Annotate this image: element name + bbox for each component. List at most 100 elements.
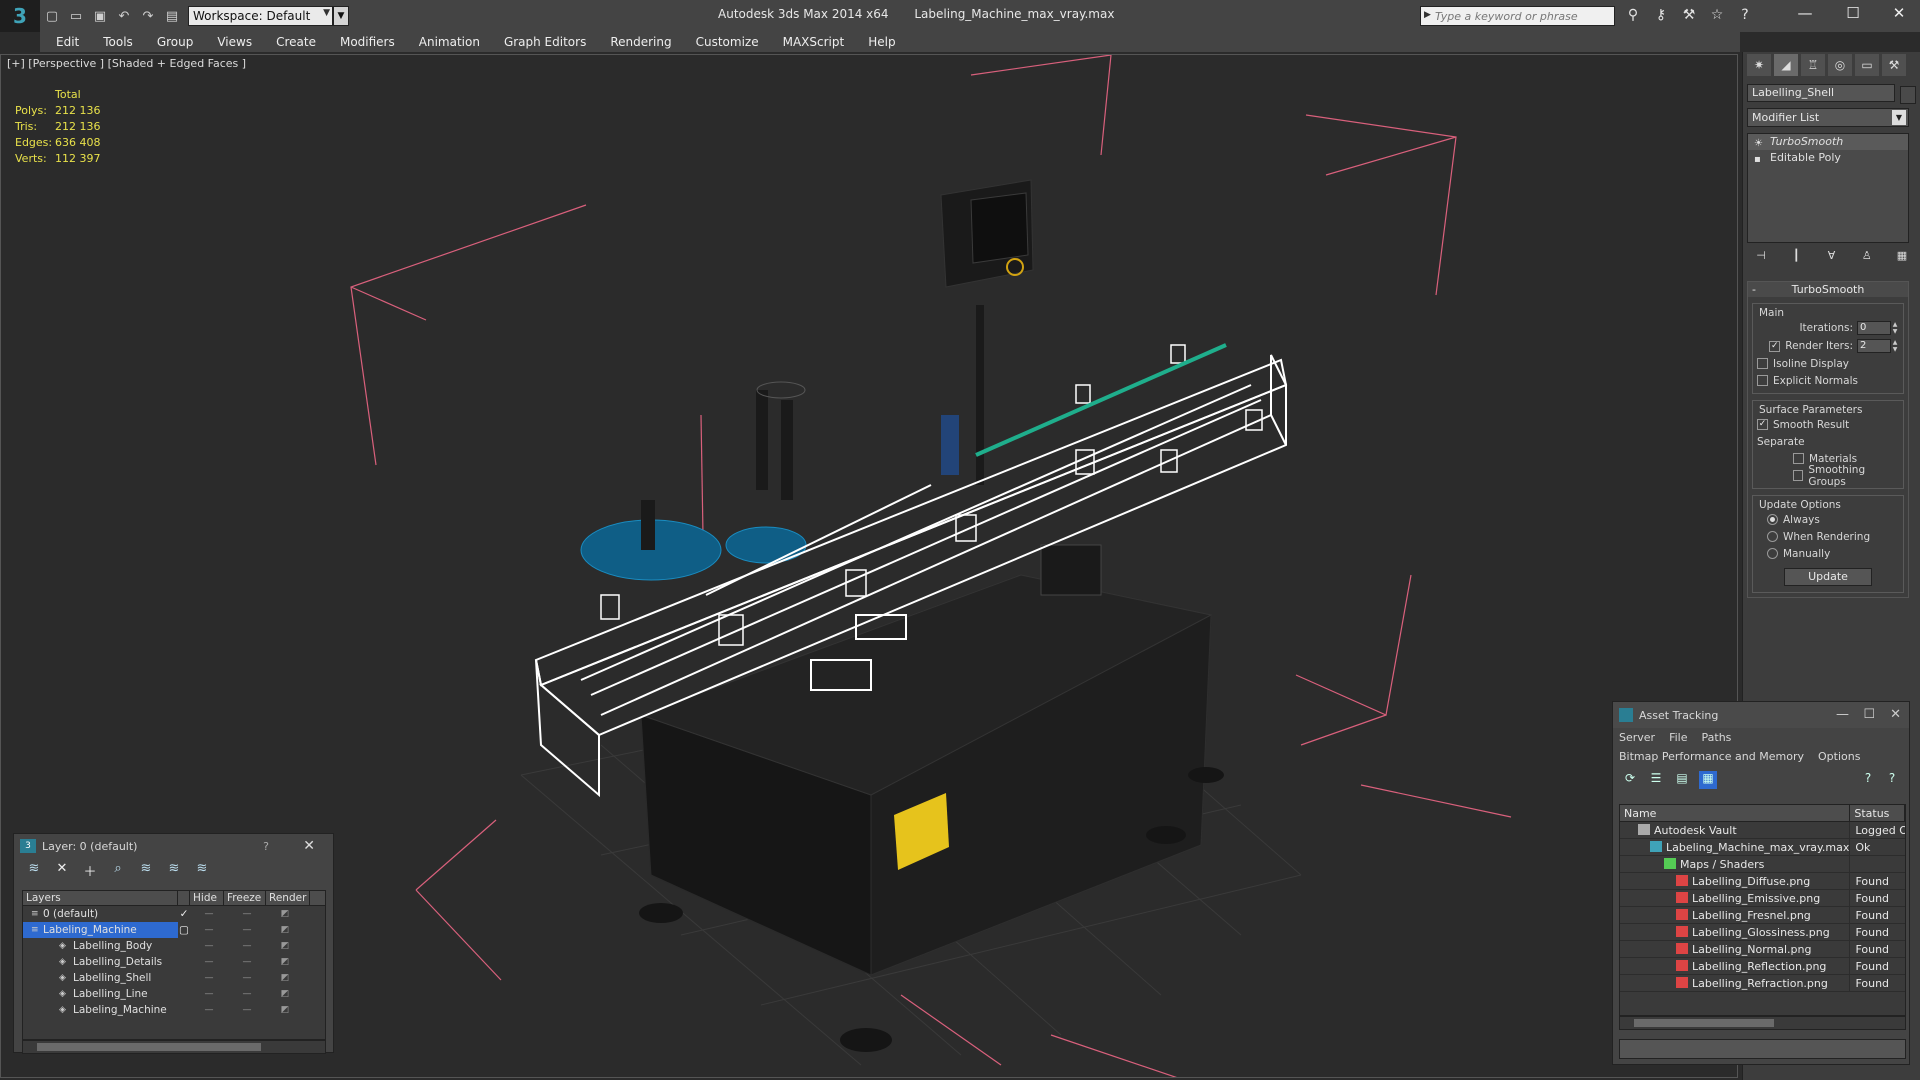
isoline-checkbox[interactable] xyxy=(1757,358,1768,369)
undo-icon[interactable]: ↶ xyxy=(112,5,136,27)
redo-icon[interactable]: ↷ xyxy=(136,5,160,27)
asset-row[interactable]: Labelling_Diffuse.png Found xyxy=(1620,873,1905,890)
layer-dialog-header[interactable]: 3 Layer: 0 (default) ? ✕ xyxy=(14,834,333,858)
asset-row[interactable]: Labelling_Emissive.png Found xyxy=(1620,890,1905,907)
scroll-thumb[interactable] xyxy=(37,1043,261,1051)
refresh-icon[interactable]: ⟳ xyxy=(1621,771,1639,789)
remove-modifier-icon[interactable]: ♙ xyxy=(1859,249,1875,265)
menu-maxscript[interactable]: MAXScript xyxy=(771,32,857,52)
asset-name[interactable]: Labelling_Glossiness.png xyxy=(1620,924,1851,940)
layer-name[interactable]: ◈ Labelling_Shell xyxy=(23,970,178,986)
wrench-icon[interactable]: ⚒ xyxy=(1678,4,1700,26)
key-icon[interactable]: ⚷ xyxy=(1650,4,1672,26)
col-name[interactable]: Name xyxy=(1620,805,1851,821)
smoothing-groups-checkbox[interactable] xyxy=(1793,470,1804,481)
render-toggle[interactable]: ◩ xyxy=(266,922,304,938)
hide-toggle[interactable]: — xyxy=(190,986,228,1002)
select-objects-icon[interactable]: ⌕ xyxy=(108,861,128,879)
freeze-all-icon[interactable]: ≋ xyxy=(192,861,212,879)
open-file-icon[interactable]: ▭ xyxy=(64,5,88,27)
asset-name[interactable]: Labelling_Fresnel.png xyxy=(1620,907,1851,923)
render-toggle[interactable]: ◩ xyxy=(266,970,304,986)
close-icon[interactable]: ✕ xyxy=(303,838,315,854)
configure-sets-icon[interactable]: ▦ xyxy=(1894,249,1910,265)
explicit-normals-option[interactable]: Explicit Normals xyxy=(1757,372,1899,389)
update-manually-option[interactable]: Manually xyxy=(1757,545,1899,562)
object-name-field[interactable]: Labelling_Shell xyxy=(1747,84,1895,102)
smoothing-groups-option[interactable]: Smoothing Groups xyxy=(1757,464,1899,488)
hide-all-icon[interactable]: ≋ xyxy=(164,861,184,879)
hide-toggle[interactable]: — xyxy=(190,906,228,922)
help-icon[interactable]: ? xyxy=(1734,4,1756,26)
pin-stack-icon[interactable]: ⊣ xyxy=(1753,249,1769,265)
smooth-result-option[interactable]: ✓ Smooth Result xyxy=(1757,416,1899,433)
isoline-display-option[interactable]: Isoline Display xyxy=(1757,355,1899,372)
motion-tab-icon[interactable]: ◎ xyxy=(1828,54,1852,76)
spinner-arrows-icon[interactable]: ▲ ▼ xyxy=(1891,321,1899,335)
help-icon[interactable]: ? xyxy=(1859,771,1877,789)
current-layer-toggle[interactable] xyxy=(178,986,190,1002)
col-render[interactable]: Render xyxy=(266,891,310,905)
minimize-button[interactable]: — xyxy=(1782,0,1828,26)
layer-hscrollbar[interactable] xyxy=(22,1040,326,1054)
create-tab-icon[interactable]: ✷ xyxy=(1747,54,1771,76)
show-end-result-icon[interactable]: ┃ xyxy=(1788,249,1804,265)
menu-animation[interactable]: Animation xyxy=(407,32,492,52)
delete-layer-icon[interactable]: ✕ xyxy=(52,861,72,879)
freeze-toggle[interactable]: — xyxy=(228,986,266,1002)
menu-bitmap-performance[interactable]: Bitmap Performance and Memory xyxy=(1619,747,1804,766)
render-toggle[interactable]: ◩ xyxy=(266,1002,304,1018)
maximize-icon[interactable]: ☐ xyxy=(1863,707,1875,722)
menu-rendering[interactable]: Rendering xyxy=(598,32,683,52)
create-layer-icon[interactable]: ≋ xyxy=(24,861,44,879)
layer-row[interactable]: ≡ Labeling_Machine ▢ — — ◩ xyxy=(23,922,325,938)
save-icon[interactable]: ▣ xyxy=(88,5,112,27)
manually-radio[interactable] xyxy=(1767,548,1778,559)
layer-row[interactable]: ◈ Labeling_Machine — — ◩ xyxy=(23,1002,325,1018)
scroll-thumb[interactable] xyxy=(1634,1019,1774,1027)
app-logo-icon[interactable]: 3 xyxy=(0,0,40,32)
search-expand-icon[interactable]: ▶ xyxy=(1424,10,1431,20)
minimize-icon[interactable]: — xyxy=(1836,707,1849,722)
stack-item-turbosmooth[interactable]: ☀ TurboSmooth xyxy=(1748,134,1908,150)
asset-name[interactable]: Autodesk Vault xyxy=(1620,822,1851,838)
smooth-result-checkbox[interactable]: ✓ xyxy=(1757,419,1768,430)
menu-group[interactable]: Group xyxy=(145,32,206,52)
menu-customize[interactable]: Customize xyxy=(684,32,771,52)
freeze-toggle[interactable]: — xyxy=(228,1002,266,1018)
asset-name[interactable]: Labelling_Refraction.png xyxy=(1620,975,1851,991)
render-iters-field[interactable]: 2 xyxy=(1857,339,1891,353)
asset-row[interactable]: Labelling_Reflection.png Found xyxy=(1620,958,1905,975)
add-to-layer-icon[interactable]: ＋ xyxy=(80,861,100,880)
asset-name[interactable]: Labeling_Machine_max_vray.max xyxy=(1620,839,1851,855)
update-when-rendering-option[interactable]: When Rendering xyxy=(1757,528,1899,545)
menu-options[interactable]: Options xyxy=(1818,747,1860,766)
asset-name[interactable]: Labelling_Normal.png xyxy=(1620,941,1851,957)
col-hide[interactable]: Hide xyxy=(190,891,224,905)
current-layer-toggle[interactable] xyxy=(178,970,190,986)
menu-file[interactable]: File xyxy=(1669,728,1687,747)
workspace-dropdown[interactable]: Workspace: Default ▼ xyxy=(188,6,333,26)
menu-graph-editors[interactable]: Graph Editors xyxy=(492,32,598,52)
list-view-icon[interactable]: ☰ xyxy=(1647,771,1665,789)
table-view-icon[interactable]: ▦ xyxy=(1699,771,1717,789)
workspace-menu-button[interactable]: ▼ xyxy=(333,6,349,26)
help-icon[interactable]: ? xyxy=(263,840,269,853)
asset-name[interactable]: Labelling_Emissive.png xyxy=(1620,890,1851,906)
asset-name[interactable]: Labelling_Diffuse.png xyxy=(1620,873,1851,889)
menu-server[interactable]: Server xyxy=(1619,728,1655,747)
col-freeze[interactable]: Freeze xyxy=(224,891,266,905)
asset-row[interactable]: Labelling_Glossiness.png Found xyxy=(1620,924,1905,941)
render-toggle[interactable]: ◩ xyxy=(266,938,304,954)
hide-toggle[interactable]: — xyxy=(190,938,228,954)
object-color-swatch[interactable] xyxy=(1900,86,1916,104)
highlight-layer-icon[interactable]: ≋ xyxy=(136,861,156,879)
layer-row[interactable]: ◈ Labelling_Line — — ◩ xyxy=(23,986,325,1002)
layer-name[interactable]: ≡ Labeling_Machine xyxy=(23,922,178,938)
menu-edit[interactable]: Edit xyxy=(40,32,91,52)
layer-row[interactable]: ≡ 0 (default) ✓ — — ◩ xyxy=(23,906,325,922)
freeze-toggle[interactable]: — xyxy=(228,954,266,970)
freeze-toggle[interactable]: — xyxy=(228,922,266,938)
asset-row[interactable]: Labeling_Machine_max_vray.max Ok xyxy=(1620,839,1905,856)
current-layer-toggle[interactable]: ▢ xyxy=(178,922,190,938)
